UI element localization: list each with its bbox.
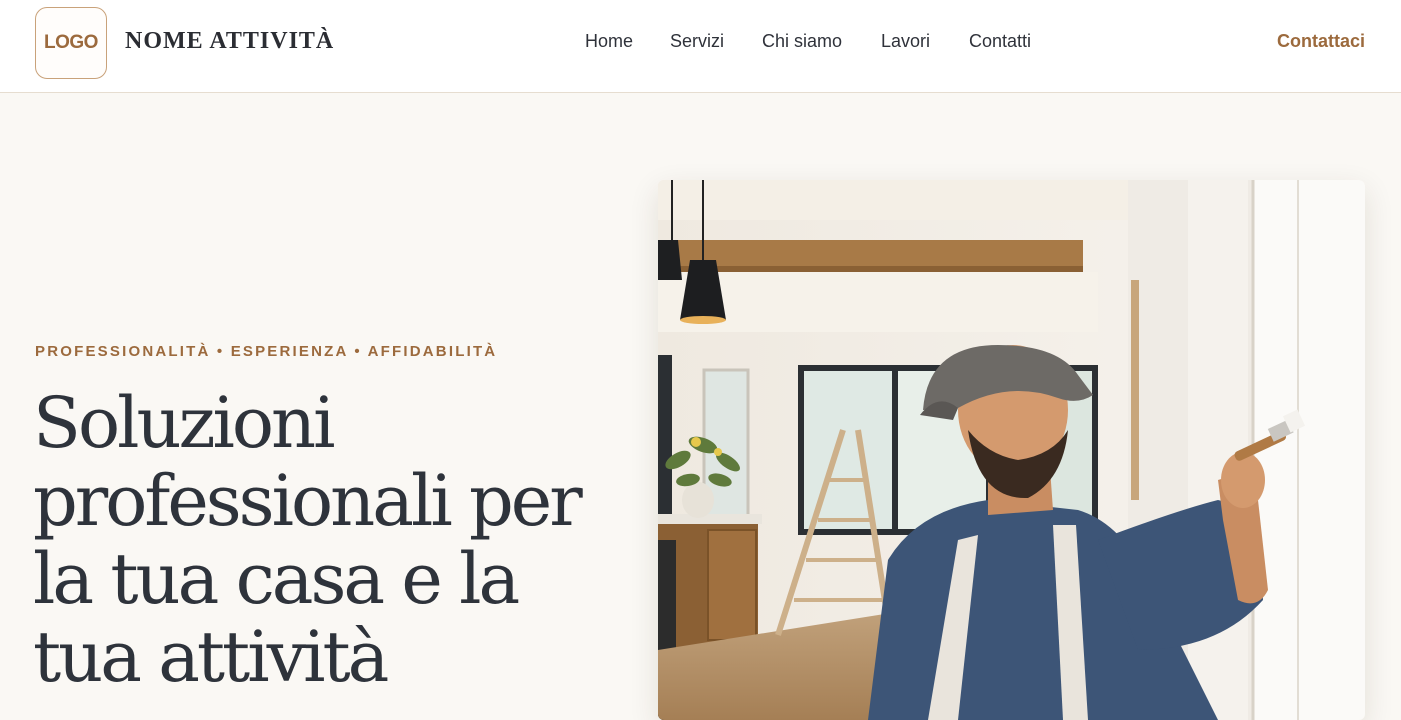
nav-item-chi-siamo[interactable]: Chi siamo <box>762 31 842 52</box>
hero-tagline: PROFESSIONALITÀ • ESPERIENZA • AFFIDABIL… <box>35 343 498 360</box>
nav-item-servizi[interactable]: Servizi <box>670 31 724 52</box>
hero-photo-painter-icon <box>658 180 1365 720</box>
brand-name[interactable]: NOME ATTIVITÀ <box>125 28 334 55</box>
logo[interactable]: LOGO <box>35 7 107 79</box>
logo-text: LOGO <box>44 32 98 53</box>
hero-image <box>658 180 1365 720</box>
nav-item-lavori[interactable]: Lavori <box>881 31 930 52</box>
hero-headline: Soluzioni professionali per la tua casa … <box>33 382 583 698</box>
nav-item-home[interactable]: Home <box>585 31 633 52</box>
site-header: LOGO NOME ATTIVITÀ Home Servizi Chi siam… <box>0 0 1401 93</box>
nav-item-contatti[interactable]: Contatti <box>969 31 1031 52</box>
contact-cta-link[interactable]: Contattaci <box>1277 31 1365 52</box>
